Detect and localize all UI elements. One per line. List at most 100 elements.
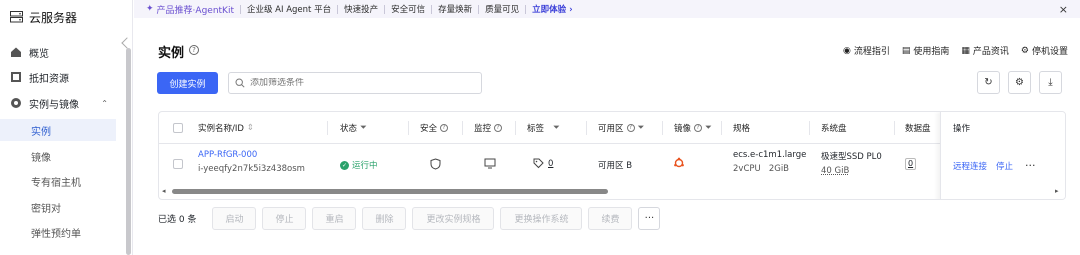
- column-system-disk: 系统盘: [821, 112, 847, 144]
- home-icon: [11, 47, 21, 57]
- instance-name-link[interactable]: APP-RfGR-000: [198, 150, 257, 160]
- data-disk-count[interactable]: 0: [905, 158, 917, 170]
- banner-item: 快速投产: [344, 5, 379, 15]
- column-label: 可用区: [598, 124, 624, 134]
- filter-icon[interactable]: ⏷: [638, 123, 645, 133]
- restart-button[interactable]: 重启: [312, 207, 357, 230]
- promo-banner: ✦ 产品推荐·AgentKit 企业级 AI Agent 平台 快速投产 安全可…: [134, 0, 1080, 18]
- divider: [721, 121, 722, 135]
- link-label: 流程指引: [853, 47, 890, 57]
- filter-icon[interactable]: ⏷: [705, 123, 712, 133]
- operation-column: 操作 远程连接 停止 ···: [940, 112, 1065, 199]
- spec-name: ecs.e-c1m1.large: [733, 150, 807, 160]
- selected-count: 已选 0 条: [158, 215, 197, 225]
- instance-id: i-yeeqfy2n7k5i3z438osm: [198, 164, 305, 174]
- select-all-checkbox[interactable]: [173, 112, 183, 144]
- process-guide-link[interactable]: ◉ 流程指引: [842, 44, 890, 58]
- column-name[interactable]: 实例名称/ID ⇕: [198, 112, 254, 144]
- eye-icon: ◉: [842, 45, 851, 56]
- usage-guide-link[interactable]: ▤ 使用指南: [902, 44, 950, 58]
- help-icon[interactable]: ?: [440, 124, 449, 132]
- product-news-link[interactable]: ▦ 产品资讯: [961, 44, 1009, 58]
- download-button[interactable]: ⤓: [1039, 71, 1062, 94]
- main-content: 实例 ? ◉流程指引 ▤使用指南 ▦产品资讯 ⚙停机设置 创建实例 ↻ ⚙ ⤓ …: [134, 18, 1080, 255]
- refresh-button[interactable]: ↻: [977, 71, 1000, 94]
- disk-size[interactable]: 40 GiB: [821, 166, 849, 176]
- more-actions-button[interactable]: ···: [638, 207, 661, 230]
- sidebar-title: 云服务器: [29, 10, 78, 25]
- more-icon[interactable]: ···: [1025, 159, 1036, 172]
- sort-icon[interactable]: ⇕: [247, 123, 254, 133]
- divider: [515, 121, 516, 135]
- column-label: 规格: [733, 124, 751, 134]
- sidebar-item-dedicated-host[interactable]: 专有宿主机: [0, 170, 116, 192]
- link-label: 产品资讯: [972, 47, 1009, 57]
- table-row: APP-RfGR-000 i-yeeqfy2n7k5i3z438osm ✓ 运行中…: [159, 145, 1065, 185]
- horizontal-scrollbar[interactable]: [172, 189, 608, 194]
- refresh-icon: ↻: [984, 77, 993, 88]
- column-label: 安全: [420, 124, 438, 134]
- sidebar-item-instances-images[interactable]: 实例与镜像 ⌃: [0, 92, 116, 114]
- tags-count: 0: [548, 158, 554, 169]
- scroll-left-icon[interactable]: ◂: [162, 187, 166, 195]
- banner-item: 安全可信: [391, 5, 426, 15]
- tags-cell[interactable]: 0: [533, 158, 553, 169]
- create-instance-button[interactable]: 创建实例: [157, 72, 218, 94]
- change-spec-button[interactable]: 更改实例规格: [412, 207, 495, 230]
- instance-table: 实例名称/ID ⇕ 状态 ⏷ 安全? 监控? 标签 ⏷ 可用区? ⏷ 镜像? ⏷ 规格 系…: [158, 111, 1066, 200]
- column-label: 镜像: [674, 124, 692, 134]
- search-input[interactable]: [250, 78, 450, 88]
- promo-title[interactable]: ✦ 产品推荐·AgentKit: [146, 3, 234, 16]
- zone-text: 可用区 B: [598, 161, 633, 171]
- sidebar-scrollbar[interactable]: [126, 48, 131, 255]
- page-title: 实例: [158, 46, 185, 61]
- try-now-link[interactable]: 立即体验 ›: [532, 3, 572, 15]
- instance-icon: [11, 98, 21, 108]
- monitor-icon[interactable]: [484, 158, 496, 169]
- scroll-right-icon[interactable]: ▸: [1055, 187, 1059, 195]
- collapse-sidebar-icon[interactable]: [121, 37, 133, 49]
- calendar-icon: ▦: [961, 45, 970, 56]
- sidebar-item-reservation[interactable]: 弹性预约单: [0, 221, 116, 243]
- help-icon[interactable]: ?: [189, 45, 199, 55]
- shutdown-settings-link[interactable]: ⚙ 停机设置: [1021, 44, 1068, 58]
- close-icon[interactable]: ×: [1059, 3, 1068, 16]
- sidebar-item-keypair[interactable]: 密钥对: [0, 196, 116, 218]
- stop-link[interactable]: 停止: [996, 160, 1013, 172]
- tag-icon: [533, 158, 544, 169]
- filter-icon[interactable]: ⏷: [360, 123, 367, 133]
- divider: [431, 4, 433, 14]
- start-button[interactable]: 启动: [212, 207, 257, 230]
- settings-button[interactable]: ⚙: [1008, 71, 1031, 94]
- sidebar-item-label: 抵扣资源: [29, 73, 69, 85]
- divider: [525, 4, 527, 14]
- filter-icon[interactable]: ⏷: [553, 123, 560, 133]
- sparkle-icon: ✦: [146, 4, 154, 14]
- sidebar-item-overview[interactable]: 概览: [0, 41, 116, 63]
- divider: [337, 4, 339, 14]
- link-label: 停机设置: [1031, 47, 1068, 57]
- column-zone: 可用区? ⏷: [598, 112, 644, 144]
- sidebar-item-discount[interactable]: 抵扣资源: [0, 66, 116, 88]
- delete-button[interactable]: 删除: [362, 207, 407, 230]
- column-data-disk: 数据盘: [905, 112, 931, 144]
- column-security: 安全?: [420, 112, 449, 144]
- banner-item: 企业级 AI Agent 平台: [246, 5, 332, 15]
- ubuntu-icon: [673, 157, 685, 169]
- status-text: 运行中: [352, 161, 378, 171]
- help-icon[interactable]: ?: [626, 124, 635, 132]
- divider: [662, 121, 663, 135]
- change-os-button[interactable]: 更换操作系统: [500, 207, 583, 230]
- row-checkbox[interactable]: [173, 159, 183, 169]
- renew-button[interactable]: 续费: [588, 207, 633, 230]
- help-icon[interactable]: ?: [494, 124, 503, 132]
- shield-icon[interactable]: [430, 158, 441, 170]
- remote-connect-link[interactable]: 远程连接: [953, 160, 987, 172]
- download-icon: ⤓: [1048, 77, 1053, 88]
- divider: [586, 121, 587, 135]
- sidebar-item-instance[interactable]: 实例: [0, 119, 116, 141]
- sidebar-item-image[interactable]: 镜像: [0, 145, 116, 167]
- help-icon[interactable]: ?: [694, 124, 703, 132]
- server-icon: [10, 11, 23, 23]
- stop-button[interactable]: 停止: [262, 207, 307, 230]
